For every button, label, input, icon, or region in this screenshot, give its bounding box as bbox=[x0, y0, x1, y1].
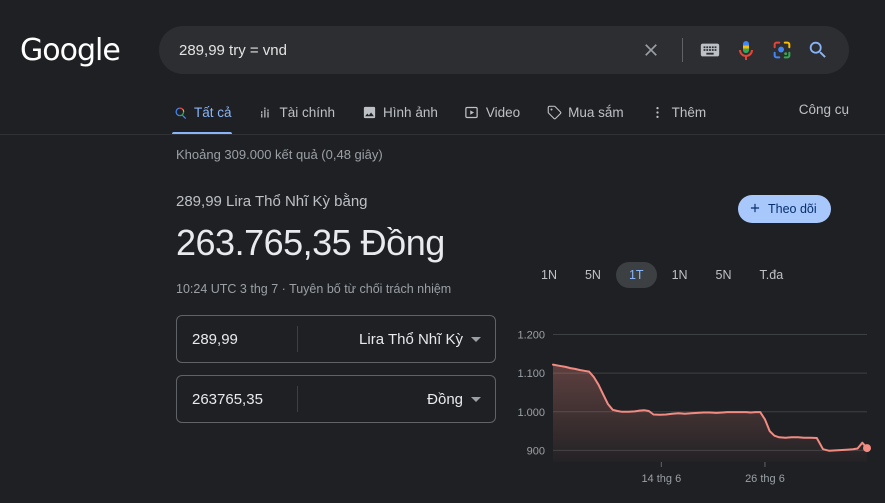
search-nav-tabs: Tất cả Tài chính Hình ảnh Video Mua sắm … bbox=[0, 90, 885, 135]
google-lens-icon[interactable] bbox=[765, 33, 799, 67]
range-button-5[interactable]: T.đa bbox=[747, 262, 797, 288]
separator: · bbox=[281, 282, 286, 296]
conversion-timestamp-row: 10:24 UTC 3 thg 7 · Tuyên bố từ chối trá… bbox=[176, 282, 451, 296]
currency-from-label: Lira Thổ Nhĩ Kỳ bbox=[359, 330, 463, 348]
svg-text:14 thg 6: 14 thg 6 bbox=[641, 473, 681, 485]
tab-label: Video bbox=[485, 105, 521, 120]
shopping-tag-icon bbox=[546, 105, 562, 121]
svg-text:1.100: 1.100 bbox=[517, 368, 545, 380]
google-search-icon bbox=[172, 105, 188, 121]
tab-them[interactable]: Thêm bbox=[650, 91, 707, 135]
currency-to-select[interactable]: Đồng bbox=[298, 391, 495, 408]
range-button-0[interactable]: 1N bbox=[528, 262, 570, 288]
keyboard-icon[interactable] bbox=[693, 33, 727, 67]
follow-button-label: Theo dõi bbox=[768, 202, 817, 216]
close-icon[interactable] bbox=[636, 35, 666, 65]
google-search-page: Google 289,99 try = vnd Tất cả Tài chính… bbox=[0, 0, 885, 503]
currency-from-field[interactable]: 289,99 Lira Thổ Nhĩ Kỳ bbox=[176, 315, 496, 363]
exchange-rate-chart[interactable]: 900 1.000 1.100 1.200 14 thg 6 26 thg 6 bbox=[505, 305, 875, 500]
svg-text:900: 900 bbox=[527, 445, 545, 457]
follow-button[interactable]: Theo dõi bbox=[738, 195, 831, 223]
microphone-icon[interactable] bbox=[729, 33, 763, 67]
tab-tai-chinh[interactable]: Tài chính bbox=[258, 91, 336, 135]
conversion-result: 263.765,35 Đồng bbox=[176, 222, 445, 263]
tab-hinh-anh[interactable]: Hình ảnh bbox=[361, 91, 438, 135]
tab-label: Hình ảnh bbox=[383, 105, 438, 120]
svg-text:26 thg 6: 26 thg 6 bbox=[745, 473, 785, 485]
plus-icon bbox=[748, 201, 762, 218]
finance-chart-icon bbox=[258, 105, 274, 121]
tab-label: Tất cả bbox=[194, 105, 232, 120]
range-button-1[interactable]: 5N bbox=[572, 262, 614, 288]
tools-button[interactable]: Công cụ bbox=[799, 102, 849, 117]
range-button-4[interactable]: 5N bbox=[703, 262, 745, 288]
tab-label: Tài chính bbox=[279, 105, 336, 120]
search-input[interactable]: 289,99 try = vnd bbox=[159, 42, 636, 59]
nav-divider bbox=[0, 134, 885, 135]
tab-label: Thêm bbox=[671, 105, 707, 120]
currency-from-select[interactable]: Lira Thổ Nhĩ Kỳ bbox=[298, 331, 495, 348]
currency-to-label: Đồng bbox=[427, 390, 463, 408]
chevron-down-icon bbox=[471, 396, 481, 402]
search-divider bbox=[682, 38, 683, 62]
range-button-2[interactable]: 1T bbox=[615, 262, 657, 288]
chevron-down-icon bbox=[471, 336, 481, 342]
image-icon bbox=[361, 105, 377, 121]
tab-mua-sam[interactable]: Mua sắm bbox=[546, 91, 624, 135]
range-button-3[interactable]: 1N bbox=[659, 262, 701, 288]
tab-tat-ca[interactable]: Tất cả bbox=[172, 91, 232, 135]
amount-from-input[interactable]: 289,99 bbox=[177, 331, 297, 348]
svg-text:1.000: 1.000 bbox=[517, 407, 545, 419]
conversion-subtitle: 289,99 Lira Thổ Nhĩ Kỳ bằng bbox=[176, 193, 368, 210]
tab-video[interactable]: Video bbox=[464, 91, 520, 135]
search-icon[interactable] bbox=[801, 33, 835, 67]
svg-text:1.200: 1.200 bbox=[517, 329, 545, 341]
search-bar[interactable]: 289,99 try = vnd bbox=[159, 26, 849, 74]
chart-range-selector[interactable]: 1N 5N 1T 1N 5N T.đa bbox=[528, 262, 796, 288]
timestamp: 10:24 UTC 3 thg 7 bbox=[176, 282, 279, 296]
video-play-icon bbox=[464, 105, 480, 121]
more-vertical-icon bbox=[650, 105, 666, 121]
tab-label: Mua sắm bbox=[568, 105, 624, 120]
currency-to-field[interactable]: 263765,35 Đồng bbox=[176, 375, 496, 423]
disclaimer-link[interactable]: Tuyên bố từ chối trách nhiệm bbox=[289, 282, 451, 296]
page-header: Google 289,99 try = vnd bbox=[0, 0, 885, 90]
amount-to-input[interactable]: 263765,35 bbox=[177, 391, 297, 408]
google-logo[interactable]: Google bbox=[20, 33, 121, 68]
result-stats: Khoảng 309.000 kết quả (0,48 giây) bbox=[176, 147, 383, 162]
